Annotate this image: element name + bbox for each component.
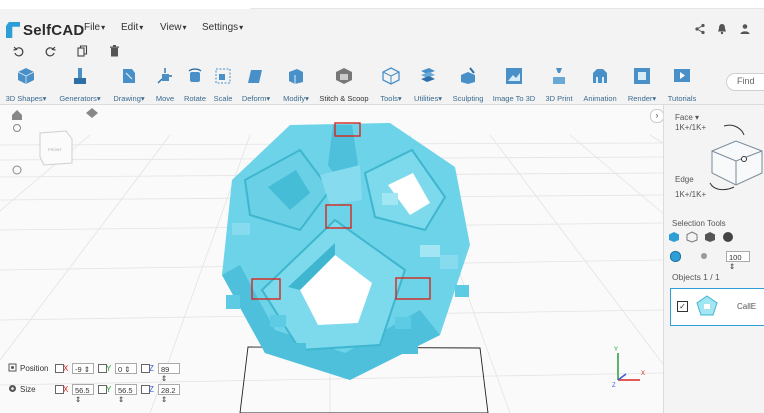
selection-tools-label: Selection Tools: [672, 219, 726, 228]
3d-print-icon: [553, 68, 565, 84]
tool-label: 3D Shapes▾: [5, 94, 47, 103]
size-icon: [9, 385, 16, 392]
object-name: CallE: [737, 302, 757, 311]
cube-icon: [17, 68, 35, 84]
brush-size-input[interactable]: 100 ⇕: [726, 251, 750, 271]
tool-label: Tools▾: [380, 94, 402, 103]
svg-text:Y: Y: [614, 347, 618, 353]
objects-count: Objects 1 / 1: [672, 272, 720, 282]
brush-radio[interactable]: [670, 251, 681, 262]
undo-icon[interactable]: [13, 46, 24, 57]
utilities-icon: [421, 68, 435, 82]
app-logo: SelfCAD: [6, 21, 84, 39]
tool-label: Render▾: [627, 94, 657, 103]
position-label: Position: [20, 364, 49, 373]
user-account-icon[interactable]: [739, 23, 751, 35]
tool-label: Move: [155, 94, 175, 103]
rotate-icon: [188, 68, 202, 82]
object-list-item[interactable]: ✓ CallE: [670, 288, 764, 326]
select-solid-icon[interactable]: [704, 231, 716, 243]
select-cube-icon[interactable]: [668, 231, 680, 243]
edge-label: Edge: [675, 175, 694, 184]
tool-label: Generators▾: [59, 94, 101, 103]
svg-text:Z: Z: [612, 383, 616, 389]
notifications-bell-icon[interactable]: [716, 23, 728, 35]
face-shortcut: 1K+/1K+: [675, 123, 707, 132]
app-name: SelfCAD: [23, 21, 85, 39]
menu-view[interactable]: View: [160, 22, 187, 33]
view-cube-face-label: FRONT: [48, 147, 62, 152]
position-z-input[interactable]: 89 ⇕: [158, 363, 180, 383]
share-icon[interactable]: [694, 23, 706, 35]
drawing-icon: [123, 69, 135, 83]
position-y-input[interactable]: 0 ⇕: [115, 363, 137, 374]
size-x-input[interactable]: 56.5 ⇕: [72, 384, 94, 404]
app-header: SelfCAD File Edit View Settings 3D Shape…: [0, 9, 764, 105]
right-panel: Face ▾ 1K+/1K+ Edge 1K+/1K+ Selection To…: [663, 105, 764, 413]
tool-label: Drawing▾: [113, 94, 145, 103]
tool-label: Sculpting: [452, 94, 484, 103]
tool-label: Tutorials: [667, 94, 697, 103]
tool-label: Modify▾: [283, 94, 309, 103]
redo-icon[interactable]: [45, 46, 56, 57]
svg-text:X: X: [641, 371, 645, 377]
object-thumbnail: [696, 295, 718, 316]
position-icon: [8, 363, 17, 372]
deform-icon: [248, 70, 262, 83]
render-icon: [634, 68, 650, 84]
face-label: Face ▾: [675, 113, 700, 122]
image-to-3d-icon: [506, 68, 522, 84]
tool-label: Stitch & Scoop: [319, 94, 369, 103]
focus-icon[interactable]: [13, 124, 21, 132]
tool-label: Scale: [213, 94, 233, 103]
brush-dot-icon: [701, 253, 707, 259]
delete-trash-icon[interactable]: [109, 45, 120, 57]
select-wireframe-icon[interactable]: [686, 231, 698, 243]
selection-mode-cube-icon[interactable]: [704, 121, 764, 191]
scale-icon: [215, 68, 231, 84]
view-tools: FRONT: [12, 108, 98, 175]
search-input[interactable]: Find: [726, 73, 764, 91]
selfcad-logo-icon: [6, 22, 20, 38]
menu-settings[interactable]: Settings: [202, 22, 243, 33]
size-z-input[interactable]: 28.2 ⇕: [158, 384, 180, 404]
light-icon[interactable]: [86, 108, 98, 118]
3d-model-dodecahedron[interactable]: [222, 123, 470, 380]
top-strip: [0, 0, 764, 9]
size-label: Size: [20, 385, 36, 394]
select-sphere-icon[interactable]: [722, 231, 734, 243]
collapse-panel-button[interactable]: ›: [650, 109, 663, 123]
stitch-scoop-icon: [336, 68, 352, 84]
copy-icon[interactable]: [77, 45, 88, 57]
tool-label: Deform▾: [241, 94, 271, 103]
tools-icon: [382, 67, 400, 85]
edge-shortcut: 1K+/1K+: [675, 190, 707, 199]
tool-label: 3D Print: [545, 94, 573, 103]
tool-label: Rotate: [183, 94, 207, 103]
position-x-input[interactable]: -9 ⇕: [72, 363, 94, 374]
animation-icon: [593, 69, 607, 83]
selection-tools-row: [668, 231, 762, 245]
camera-orbit-icon[interactable]: [12, 165, 22, 175]
axis-gizmo: Y X Z: [612, 347, 645, 389]
tool-label: Animation: [583, 94, 617, 103]
sculpting-icon: [461, 67, 475, 84]
size-y-input[interactable]: 56.5 ⇕: [115, 384, 137, 404]
modify-icon: [289, 69, 303, 84]
menu-file[interactable]: File: [84, 22, 105, 33]
home-view-icon[interactable]: [12, 110, 22, 120]
generators-icon: [74, 68, 86, 84]
move-icon: [157, 68, 172, 84]
object-visibility-checkbox[interactable]: ✓: [677, 301, 688, 312]
tutorials-play-icon: [674, 69, 690, 82]
menu-edit[interactable]: Edit: [121, 22, 143, 33]
tool-label: Utilities▾: [414, 94, 442, 103]
tool-label: Image To 3D: [492, 94, 536, 103]
